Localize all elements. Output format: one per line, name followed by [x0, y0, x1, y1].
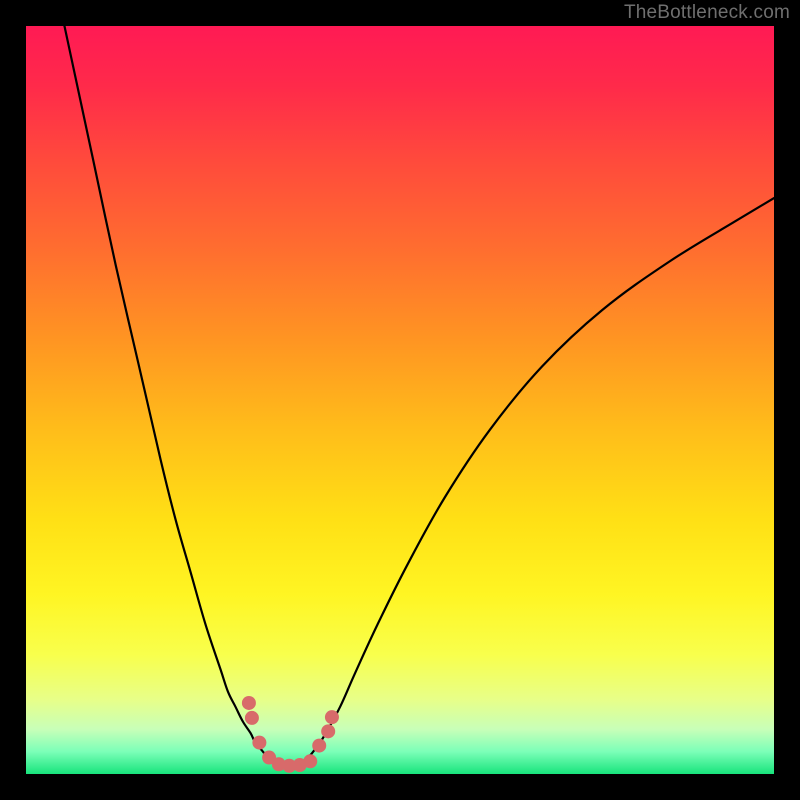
watermark-text: TheBottleneck.com	[624, 2, 790, 24]
curves-svg	[26, 26, 774, 774]
marker-point	[321, 724, 335, 738]
marker-point	[245, 711, 259, 725]
chart-frame: TheBottleneck.com	[0, 0, 800, 800]
plot-area	[26, 26, 774, 774]
left-curve	[48, 26, 287, 770]
marker-point	[312, 739, 326, 753]
marker-group	[242, 696, 339, 773]
marker-point	[303, 754, 317, 768]
marker-point	[325, 710, 339, 724]
marker-point	[242, 696, 256, 710]
right-curve	[288, 198, 774, 769]
marker-point	[252, 736, 266, 750]
